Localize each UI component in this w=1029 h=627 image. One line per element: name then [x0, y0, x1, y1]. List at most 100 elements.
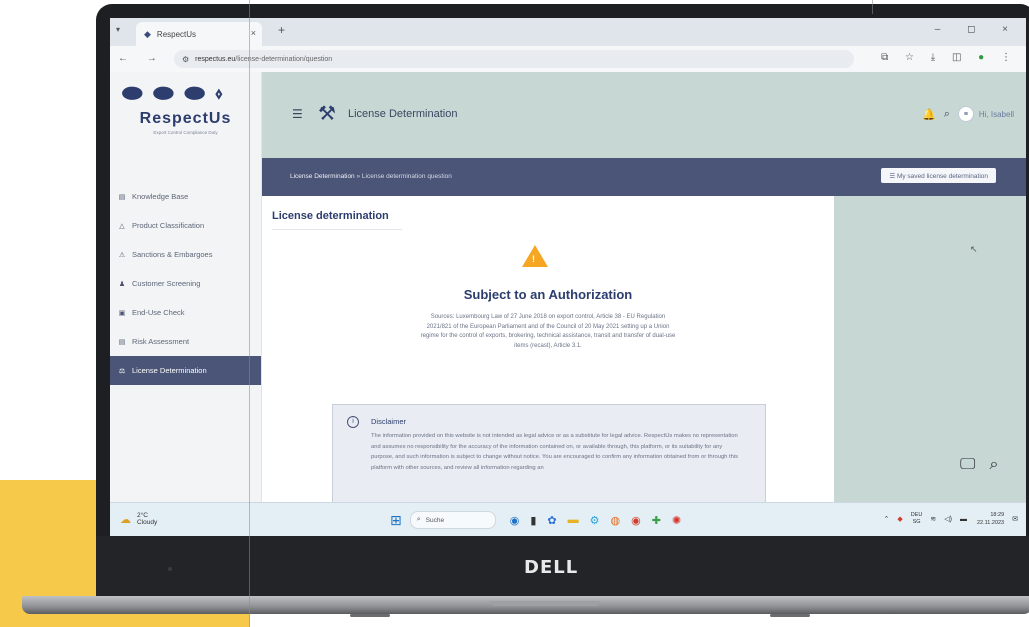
breadcrumb: License Determination » License determin… — [290, 173, 452, 180]
url-host: respectus.eu — [195, 55, 236, 63]
sidebar-item-label: Risk Assessment — [132, 337, 190, 346]
task-view-icon[interactable]: ▮ — [530, 514, 536, 527]
monitor-icon[interactable]: 🖵 — [960, 456, 989, 473]
disclaimer-box: i Disclaimer The information provided on… — [332, 404, 766, 516]
info-icon: i — [347, 416, 359, 428]
url-input[interactable]: ⚙ respectus.eu/license-determination/que… — [174, 50, 854, 68]
page-title: License Determination — [348, 108, 458, 120]
header-actions: 🔔 ⌕ ≡ Hi, Isabell — [922, 106, 1014, 122]
document-icon: ▤ — [118, 338, 126, 346]
hamburger-menu-icon[interactable]: ☰ — [292, 107, 303, 121]
laptop-foot-left — [350, 614, 390, 617]
avatar[interactable]: ≡ — [957, 106, 974, 122]
sidebar-item-label: End-Use Check — [132, 308, 185, 317]
sidebar-item-end-use-check[interactable]: ▣ End-Use Check — [110, 298, 261, 327]
chrome-dev-icon[interactable]: ✚ — [652, 514, 661, 527]
legal-sources: Sources: Luxembourg Law of 27 June 2018 … — [420, 314, 676, 349]
notifications-icon[interactable]: ✉ — [1012, 515, 1018, 523]
sidebar-item-label: Sanctions & Embargoes — [132, 250, 213, 259]
photo-stage: DELL ▾ ◆ RespectUs × + – ◻ × ← → ↻ ⚙ res… — [0, 0, 1029, 627]
sidebar-item-license-determination[interactable]: ⚖ License Determination — [110, 356, 261, 385]
site-info-icon[interactable]: ⚙ — [182, 55, 189, 64]
tab-close-icon[interactable]: × — [251, 28, 256, 38]
side-tools: 🖵⌕ — [960, 456, 1012, 474]
laptop-base-notch — [490, 601, 600, 606]
zoom-icon[interactable]: ⌕ — [989, 456, 1012, 473]
search-icon[interactable]: ⌕ — [944, 108, 950, 121]
new-tab-button[interactable]: + — [278, 23, 285, 37]
network-icon[interactable]: ≋ — [930, 515, 936, 523]
laptop-foot-right — [770, 614, 810, 617]
battery-icon[interactable]: ▬ — [960, 516, 967, 523]
browser-tab[interactable]: ◆ RespectUs × — [136, 22, 262, 46]
bell-icon[interactable]: 🔔 — [922, 108, 936, 121]
edge-icon[interactable]: ◉ — [510, 514, 520, 527]
camera-dot — [168, 567, 172, 571]
tab-search-icon[interactable]: ▾ — [116, 25, 120, 34]
saved-license-determination-button[interactable]: ☰ My saved license determination — [881, 168, 996, 183]
sidebar-item-label: Knowledge Base — [132, 192, 189, 201]
clock[interactable]: 18:29 22.11.2023 — [977, 511, 1004, 527]
system-tray: ⌃ ◆ DEU SG ≋ ◁) ▬ 18:29 22.11.2023 ✉ — [876, 511, 1018, 527]
chrome-icon[interactable]: ◉ — [631, 514, 641, 527]
disclaimer-title: Disclaimer — [371, 417, 407, 426]
tray-app-icon[interactable]: ◆ — [897, 515, 902, 523]
sidebar-item-knowledge-base[interactable]: ▤ Knowledge Base — [110, 182, 261, 211]
warning-icon: ⚠ — [118, 251, 126, 259]
teams-icon[interactable]: ✿ — [547, 514, 556, 527]
gavel-icon: ⚖ — [118, 367, 126, 375]
warning-exclamation: ! — [532, 254, 535, 264]
app-header: ☰ ⚒ License Determination 🔔 ⌕ ≡ Hi, Isab… — [262, 72, 1026, 158]
dell-logo: DELL — [524, 557, 579, 578]
heading-divider — [272, 229, 402, 230]
breadcrumb-current: License determination question — [361, 173, 452, 180]
laptop-screen: ▾ ◆ RespectUs × + – ◻ × ← → ↻ ⚙ respectu… — [110, 18, 1026, 536]
warning-icon — [522, 245, 548, 267]
app-icon[interactable]: ✺ — [672, 514, 681, 527]
sidebar: ⬬ ⬬ ⬬ ⬫ RespectUs Export Control Complia… — [110, 72, 262, 502]
book-icon: ▤ — [118, 193, 126, 201]
windows-start-icon[interactable]: ⊞ — [390, 512, 402, 529]
extension-icons-group[interactable]: ⧉ ☆ ⤓ ◫ — [881, 52, 968, 63]
sidebar-item-customer-screening[interactable]: ♟ Customer Screening — [110, 269, 261, 298]
keyboard-language[interactable]: DEU — [911, 512, 923, 518]
search-icon: ⌕ — [416, 516, 421, 523]
sidebar-item-sanctions-embargoes[interactable]: ⚠ Sanctions & Embargoes — [110, 240, 261, 269]
extension-icons[interactable]: ⧉ ☆ ⤓ ◫ ● ⋮ — [881, 52, 1018, 63]
sidebar-item-risk-assessment[interactable]: ▤ Risk Assessment — [110, 327, 261, 356]
respectus-favicon-icon: ◆ — [144, 28, 151, 39]
speaker-icon[interactable]: ◁) — [944, 515, 952, 523]
mouse-pointer-icon: ↖ — [970, 244, 978, 254]
brand-name[interactable]: RespectUs — [110, 110, 261, 128]
users-icon: ♟ — [118, 280, 126, 288]
sidebar-menu: ▤ Knowledge Base △ Product Classification ⚠ S… — [110, 182, 261, 385]
main-content: License determination ! Subject to an Au… — [262, 196, 834, 516]
weather-widget[interactable]: ☁ 2°C Cloudy — [120, 512, 157, 526]
store-icon[interactable]: ⚙ — [590, 514, 600, 527]
browser-address-bar: ← → ↻ ⚙ respectus.eu/license-determinati… — [110, 46, 1026, 73]
browser-menu-icon[interactable]: ⋮ — [1001, 52, 1018, 63]
clipboard-icon: ▣ — [118, 309, 126, 317]
user-greeting[interactable]: Hi, Isabell — [979, 110, 1014, 119]
file-explorer-icon[interactable]: ▬ — [568, 514, 579, 526]
chevron-up-icon[interactable]: ⌃ — [884, 515, 890, 523]
brand-tagline: Export Control Compliance Duty — [153, 130, 218, 135]
vertical-guide-line — [249, 0, 250, 627]
sidebar-item-product-classification[interactable]: △ Product Classification — [110, 211, 261, 240]
firefox-icon[interactable]: ◍ — [611, 514, 621, 527]
clock-date: 22.11.2023 — [977, 520, 1005, 526]
windows-taskbar: ☁ 2°CCloudy ⊞ ⌕ Suche ◉ ▮ ✿ ▬ ⚙ ◍ ◉ ✚ ✺ — [110, 502, 1026, 536]
window-controls[interactable]: – ◻ × — [935, 24, 1020, 35]
tag-icon: △ — [119, 222, 125, 230]
sidebar-item-label: Customer Screening — [132, 279, 201, 288]
taskbar-search[interactable]: ⌕ Suche — [409, 511, 496, 529]
keyboard-layout[interactable]: SG — [913, 519, 921, 525]
profile-icon[interactable]: ● — [978, 52, 991, 63]
weather-condition: Cloudy — [137, 519, 158, 526]
cloud-icon: ☁ — [120, 513, 131, 526]
browser-tab-bar: ▾ ◆ RespectUs × + – ◻ × — [110, 18, 1026, 46]
weather-temperature: 2°C — [137, 512, 148, 519]
respectus-logo-icon: ⬬ ⬬ ⬬ ⬫ — [122, 80, 225, 107]
taskbar-search-label: Suche — [425, 516, 445, 524]
breadcrumb-root-link[interactable]: License Determination — [290, 173, 355, 180]
